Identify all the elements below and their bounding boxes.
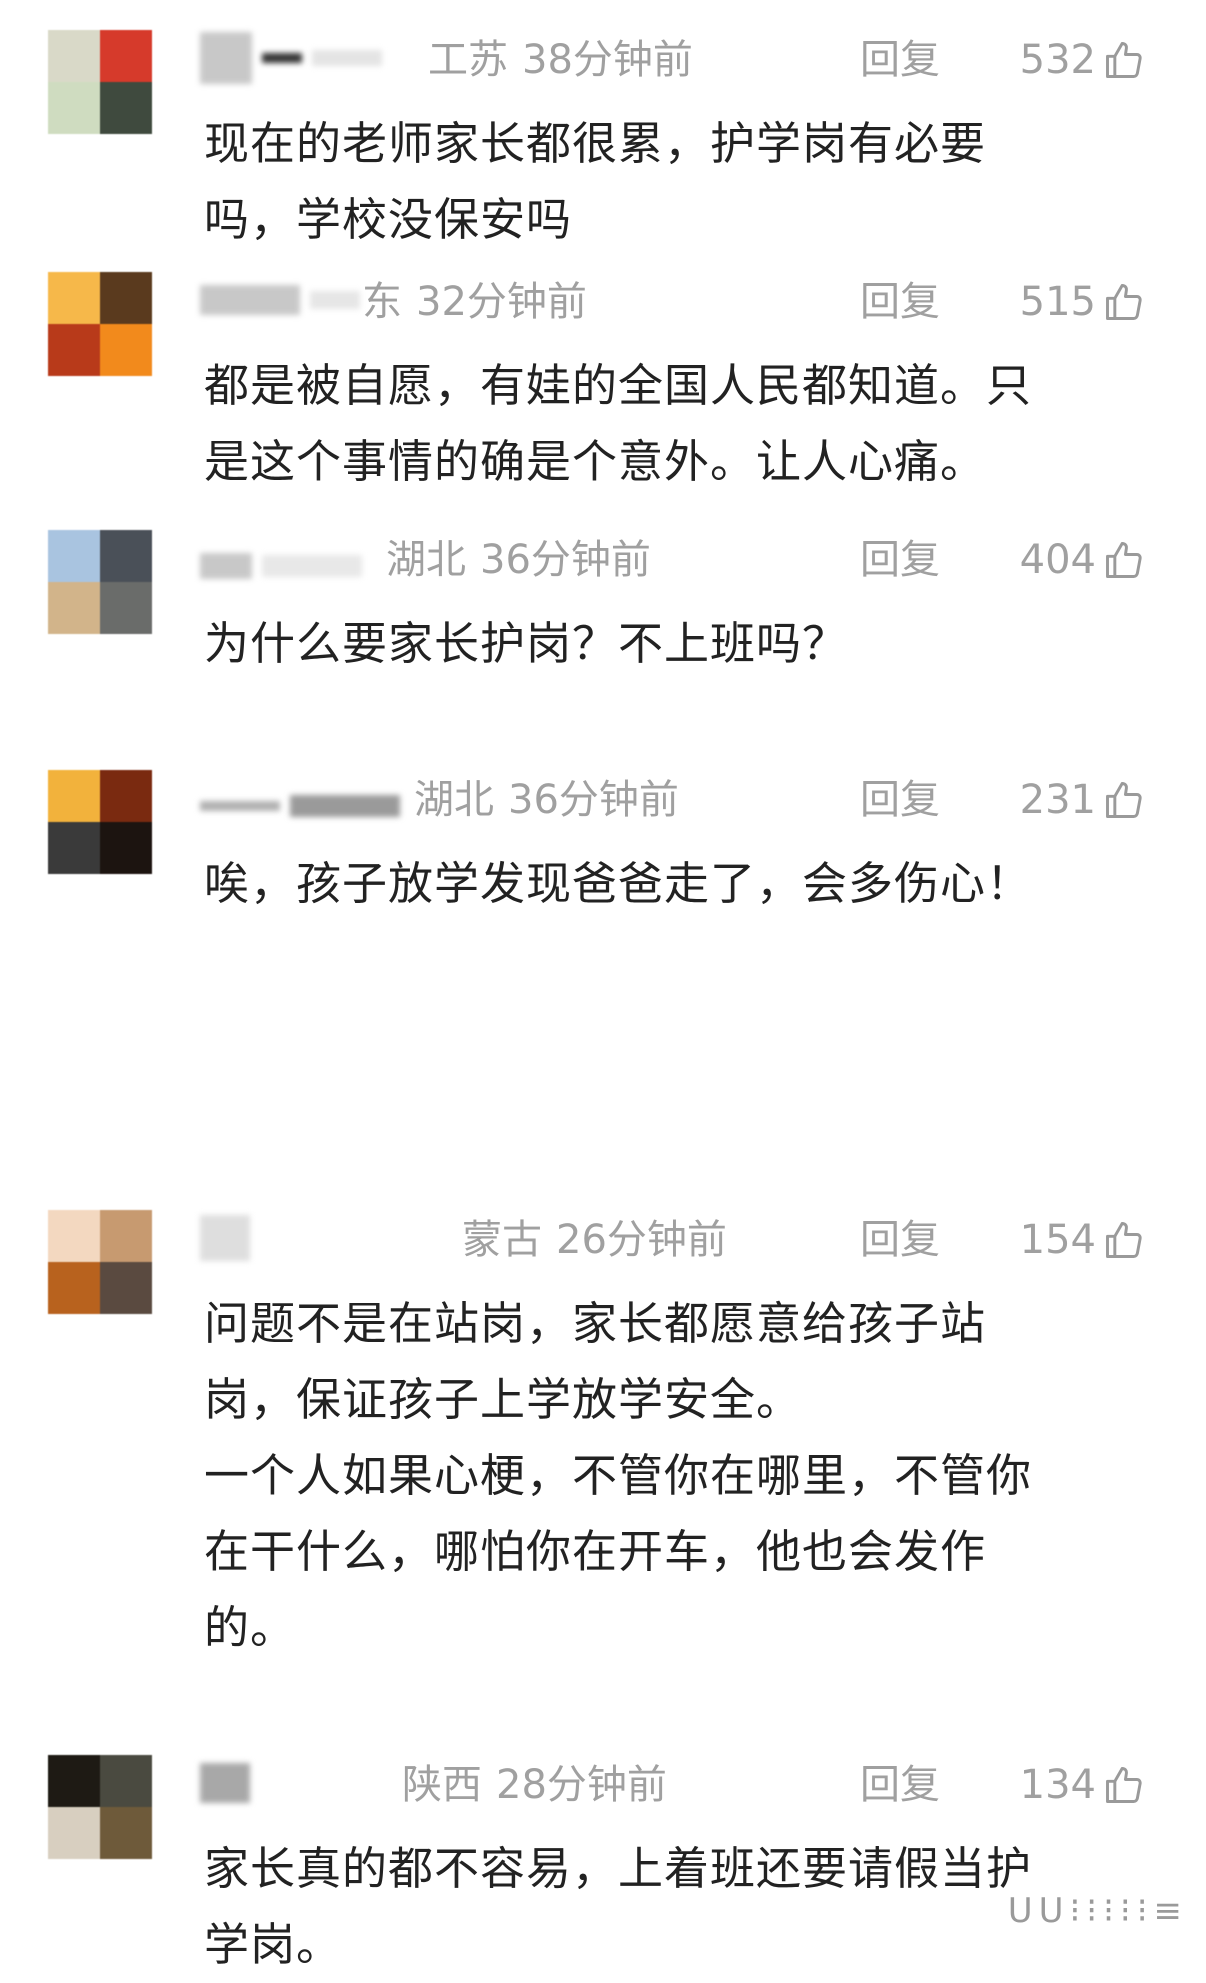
timestamp: 26分钟前 [556, 1217, 727, 1263]
comment-meta: 工苏 38分钟前 [428, 32, 693, 88]
comment-meta: 东 32分钟前 [362, 274, 587, 330]
location: 湖北 [414, 777, 494, 823]
reply-button[interactable]: 回复 [860, 1212, 940, 1268]
avatar-tile [100, 582, 152, 634]
timestamp: 36分钟前 [508, 777, 679, 823]
reply-button[interactable]: 回复 [860, 32, 940, 88]
location: 工苏 [428, 37, 508, 83]
thumbs-up-icon [1106, 42, 1142, 78]
like-count: 154 [1019, 1217, 1096, 1263]
avatar-tile [100, 82, 152, 134]
avatar-tile [48, 582, 100, 634]
avatar-tile [100, 1210, 152, 1262]
location: 蒙古 [462, 1217, 542, 1263]
avatar-tile [48, 272, 100, 324]
username-blurred[interactable] [200, 32, 382, 84]
thumbs-up-icon [1106, 782, 1142, 818]
reply-button[interactable]: 回复 [860, 1757, 940, 1813]
comment-text: 都是被自愿，有娃的全国人民都知道。只 是这个事情的确是个意外。让人心痛。 [204, 359, 1033, 488]
username-blurred[interactable] [200, 1761, 250, 1805]
thumbs-up-icon [1106, 542, 1142, 578]
like-button[interactable]: 532 [1020, 32, 1146, 88]
comment-meta: 湖北 36分钟前 [414, 772, 679, 828]
like-count: 134 [1019, 1762, 1096, 1808]
avatar-tile [100, 30, 152, 82]
username-blurred[interactable] [200, 784, 400, 828]
like-button[interactable]: 134 [1020, 1757, 1146, 1813]
avatar-tile [100, 530, 152, 582]
thumbs-up-icon [1106, 284, 1142, 320]
comment-text: 现在的老师家长都很累，护学岗有必要 吗，学校没保安吗 [204, 117, 987, 246]
timestamp: 38分钟前 [522, 37, 693, 83]
comment-text: 唉，孩子放学发现爸爸走了，会多伤心！ [204, 857, 1033, 910]
thumbs-up-icon [1106, 1222, 1142, 1258]
avatar[interactable] [48, 1755, 152, 1859]
avatar-tile [48, 1755, 100, 1807]
like-count: 404 [1019, 537, 1096, 583]
like-button[interactable]: 231 [1020, 772, 1146, 828]
avatar-tile [48, 324, 100, 376]
comment-text: 为什么要家长护岗？不上班吗？ [204, 617, 849, 670]
reply-button[interactable]: 回复 [860, 274, 940, 330]
location: 陕西 [402, 1762, 482, 1808]
avatar-tile [100, 1755, 152, 1807]
avatar[interactable] [48, 530, 152, 634]
avatar-tile [48, 530, 100, 582]
reply-button[interactable]: 回复 [860, 772, 940, 828]
like-button[interactable]: 404 [1020, 532, 1146, 588]
avatar-tile [100, 1807, 152, 1859]
avatar-tile [100, 272, 152, 324]
comment-meta: 陕西 28分钟前 [402, 1757, 667, 1813]
avatar-tile [48, 1262, 100, 1314]
thumbs-up-icon [1106, 1767, 1142, 1803]
username-blurred[interactable] [200, 278, 360, 322]
avatar-tile [48, 1210, 100, 1262]
corner-watermark: UU⁝⁝⁝⁝⁝≡ [1007, 1891, 1188, 1931]
like-button[interactable]: 154 [1020, 1212, 1146, 1268]
avatar-tile [100, 324, 152, 376]
like-button[interactable]: 515 [1020, 274, 1146, 330]
comment-meta: 湖北 36分钟前 [386, 532, 651, 588]
avatar[interactable] [48, 30, 152, 134]
avatar[interactable] [48, 272, 152, 376]
avatar-tile [48, 770, 100, 822]
username-blurred[interactable] [200, 544, 362, 588]
timestamp: 28分钟前 [496, 1762, 667, 1808]
location: 湖北 [386, 537, 466, 583]
avatar-tile [48, 30, 100, 82]
avatar-tile [48, 1807, 100, 1859]
timestamp: 32分钟前 [416, 279, 587, 325]
username-blurred[interactable] [200, 1215, 250, 1261]
comment-text: 家长真的都不容易，上着班还要请假当护 学岗。 [204, 1842, 1033, 1971]
comment-text: 问题不是在站岗，家长都愿意给孩子站 岗，保证孩子上学放学安全。 一个人如果心梗，… [204, 1297, 1033, 1654]
avatar-tile [48, 82, 100, 134]
timestamp: 36分钟前 [480, 537, 651, 583]
avatar-tile [100, 1262, 152, 1314]
avatar[interactable] [48, 1210, 152, 1314]
avatar[interactable] [48, 770, 152, 874]
comment-meta: 蒙古 26分钟前 [462, 1212, 727, 1268]
avatar-tile [100, 770, 152, 822]
avatar-tile [48, 822, 100, 874]
avatar-tile [100, 822, 152, 874]
location: 东 [362, 279, 402, 325]
reply-button[interactable]: 回复 [860, 532, 940, 588]
like-count: 231 [1019, 777, 1096, 823]
like-count: 532 [1019, 37, 1096, 83]
like-count: 515 [1019, 279, 1096, 325]
